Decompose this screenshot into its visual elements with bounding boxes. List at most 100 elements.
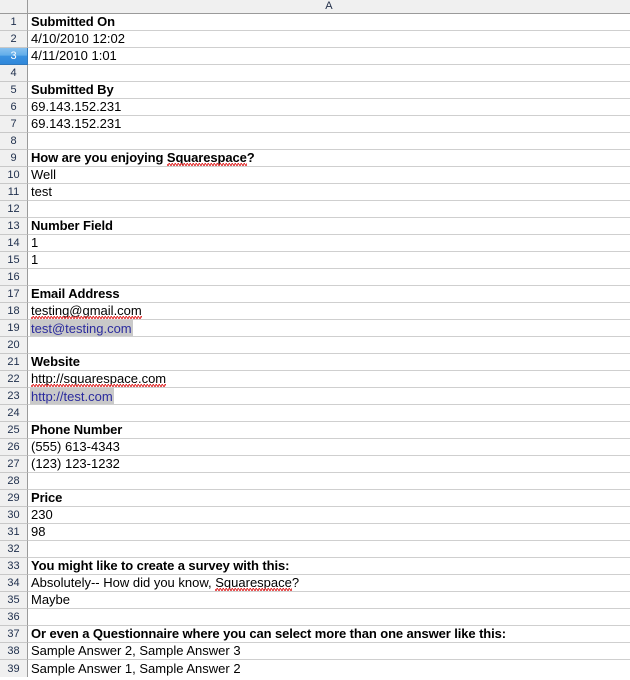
cell-a18[interactable]: testing@gmail.com — [28, 303, 630, 320]
row-header-21[interactable]: 21 — [0, 354, 28, 371]
row-header-26[interactable]: 26 — [0, 439, 28, 456]
row-header-28[interactable]: 28 — [0, 473, 28, 490]
row-header-13[interactable]: 13 — [0, 218, 28, 235]
row-header-36[interactable]: 36 — [0, 609, 28, 626]
column-header-a[interactable]: A — [28, 0, 630, 13]
sheet-row: 35 Maybe — [0, 592, 630, 609]
sheet-row: 29 Price — [0, 490, 630, 507]
row-header-17[interactable]: 17 — [0, 286, 28, 303]
cell-text: 4/10/2010 12:02 — [31, 31, 125, 46]
cell-a7[interactable]: 69.143.152.231 — [28, 116, 630, 133]
row-header-39[interactable]: 39 — [0, 660, 28, 677]
cell-text: Sample Answer 2, Sample Answer 3 — [31, 643, 241, 658]
row-header-24[interactable]: 24 — [0, 405, 28, 422]
cell-a39[interactable]: Sample Answer 1, Sample Answer 2 — [28, 660, 630, 677]
cell-a1[interactable]: Submitted On — [28, 14, 630, 31]
row-header-14[interactable]: 14 — [0, 235, 28, 252]
row-header-35[interactable]: 35 — [0, 592, 28, 609]
cell-a28[interactable] — [28, 473, 630, 490]
row-header-11[interactable]: 11 — [0, 184, 28, 201]
cell-a31[interactable]: 98 — [28, 524, 630, 541]
cell-a25[interactable]: Phone Number — [28, 422, 630, 439]
cell-a15[interactable]: 1 — [28, 252, 630, 269]
cell-a5[interactable]: Submitted By — [28, 82, 630, 99]
row-header-18[interactable]: 18 — [0, 303, 28, 320]
cell-a6[interactable]: 69.143.152.231 — [28, 99, 630, 116]
cell-text: 1 — [31, 252, 39, 267]
spreadsheet-grid: A 1 Submitted On 2 4/10/2010 12:02 3 4/11/201… — [0, 0, 630, 680]
cell-a16[interactable] — [28, 269, 630, 286]
row-header-6[interactable]: 6 — [0, 99, 28, 116]
row-header-19[interactable]: 19 — [0, 320, 28, 337]
cell-a29[interactable]: Price — [28, 490, 630, 507]
row-header-37[interactable]: 37 — [0, 626, 28, 643]
sheet-row: 21 Website — [0, 354, 630, 371]
cell-a3[interactable]: 4/11/2010 1:01 — [28, 48, 630, 65]
cell-a35[interactable]: Maybe — [28, 592, 630, 609]
cell-a20[interactable] — [28, 337, 630, 354]
cell-a26[interactable]: (555) 613-4343 — [28, 439, 630, 456]
row-header-27[interactable]: 27 — [0, 456, 28, 473]
cell-a2[interactable]: 4/10/2010 12:02 — [28, 31, 630, 48]
row-header-10[interactable]: 10 — [0, 167, 28, 184]
sheet-row: 27 (123) 123-1232 — [0, 456, 630, 473]
row-header-22[interactable]: 22 — [0, 371, 28, 388]
cell-text: How are you enjoying Squarespace? — [31, 150, 255, 166]
cell-text: 69.143.152.231 — [31, 99, 122, 114]
cell-a23[interactable]: http://test.com — [28, 388, 630, 405]
row-header-1[interactable]: 1 — [0, 14, 28, 31]
row-header-33[interactable]: 33 — [0, 558, 28, 575]
cell-a13[interactable]: Number Field — [28, 218, 630, 235]
row-header-32[interactable]: 32 — [0, 541, 28, 558]
row-header-29[interactable]: 29 — [0, 490, 28, 507]
cell-a32[interactable] — [28, 541, 630, 558]
cell-a19[interactable]: test@testing.com — [28, 320, 630, 337]
cell-a30[interactable]: 230 — [28, 507, 630, 524]
sheet-row: 4 — [0, 65, 630, 82]
sheet-row: 18 testing@gmail.com — [0, 303, 630, 320]
cell-a21[interactable]: Website — [28, 354, 630, 371]
cell-a17[interactable]: Email Address — [28, 286, 630, 303]
row-header-15[interactable]: 15 — [0, 252, 28, 269]
cell-a10[interactable]: Well — [28, 167, 630, 184]
cell-a37[interactable]: Or even a Questionnaire where you can se… — [28, 626, 630, 643]
cell-a9[interactable]: How are you enjoying Squarespace? — [28, 150, 630, 167]
spellcheck-underline: Squarespace — [215, 575, 292, 591]
cell-a4[interactable] — [28, 65, 630, 82]
cell-a22[interactable]: http://squarespace.com — [28, 371, 630, 388]
sheet-row: 23 http://test.com — [0, 388, 630, 405]
cell-a38[interactable]: Sample Answer 2, Sample Answer 3 — [28, 643, 630, 660]
row-header-30[interactable]: 30 — [0, 507, 28, 524]
cell-a12[interactable] — [28, 201, 630, 218]
cell-a14[interactable]: 1 — [28, 235, 630, 252]
row-header-20[interactable]: 20 — [0, 337, 28, 354]
cell-a11[interactable]: test — [28, 184, 630, 201]
sheet-row: 33 You might like to create a survey with… — [0, 558, 630, 575]
sheet-row: 1 Submitted On — [0, 14, 630, 31]
row-header-3[interactable]: 3 — [0, 48, 28, 65]
cell-a34[interactable]: Absolutely-- How did you know, Squarespa… — [28, 575, 630, 592]
sheet-row: 13 Number Field — [0, 218, 630, 235]
cell-text: Number Field — [31, 218, 113, 233]
row-header-16[interactable]: 16 — [0, 269, 28, 286]
cell-a27[interactable]: (123) 123-1232 — [28, 456, 630, 473]
row-header-31[interactable]: 31 — [0, 524, 28, 541]
row-header-23[interactable]: 23 — [0, 388, 28, 405]
row-header-9[interactable]: 9 — [0, 150, 28, 167]
row-header-8[interactable]: 8 — [0, 133, 28, 150]
row-header-38[interactable]: 38 — [0, 643, 28, 660]
row-header-12[interactable]: 12 — [0, 201, 28, 218]
sheet-row: 38 Sample Answer 2, Sample Answer 3 — [0, 643, 630, 660]
row-header-4[interactable]: 4 — [0, 65, 28, 82]
row-header-2[interactable]: 2 — [0, 31, 28, 48]
cell-a8[interactable] — [28, 133, 630, 150]
spellcheck-underline: Squarespace — [166, 150, 247, 166]
row-header-7[interactable]: 7 — [0, 116, 28, 133]
cell-a24[interactable] — [28, 405, 630, 422]
row-header-25[interactable]: 25 — [0, 422, 28, 439]
select-all-corner[interactable] — [0, 0, 28, 13]
row-header-34[interactable]: 34 — [0, 575, 28, 592]
row-header-5[interactable]: 5 — [0, 82, 28, 99]
cell-a33[interactable]: You might like to create a survey with t… — [28, 558, 630, 575]
cell-a36[interactable] — [28, 609, 630, 626]
